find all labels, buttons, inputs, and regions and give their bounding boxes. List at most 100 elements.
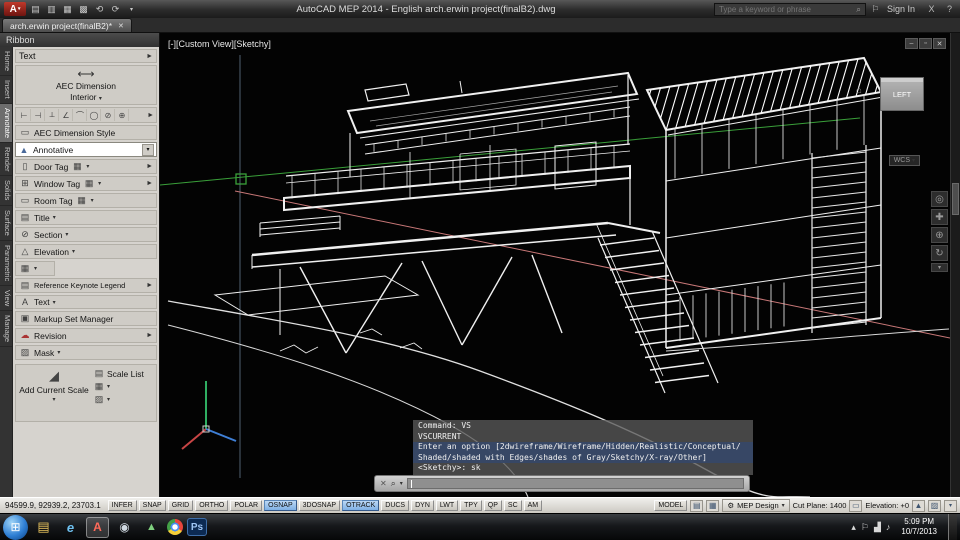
status-toggle-button[interactable]: POLAR	[230, 500, 263, 511]
status-toggle-button[interactable]: AM	[523, 500, 543, 511]
dimension-tool-button[interactable]: ⊣	[32, 109, 45, 121]
ribbon-tab[interactable]: Insert	[0, 76, 12, 104]
flyout-arrow-icon[interactable]: ►	[146, 282, 153, 289]
dimension-tool-button[interactable]: ⊘	[102, 109, 115, 121]
dimension-tool-button[interactable]: ⊕	[116, 109, 129, 121]
door-tag-button[interactable]: ▯ Door Tag ▦ ▾ ►	[15, 159, 157, 174]
ribbon-tab[interactable]: Manage	[0, 311, 12, 348]
start-button[interactable]: ⊞	[3, 514, 28, 540]
status-toggle-button[interactable]: TPY	[460, 500, 482, 511]
callout-tools-button[interactable]: ▦ ▾	[15, 261, 55, 276]
status-toggle-button[interactable]: SC	[503, 500, 522, 511]
chevron-down-icon[interactable]: ▾	[65, 231, 68, 238]
workspace-switcher[interactable]: ⚙ MEP Design ▾	[722, 499, 790, 512]
navbar-menu-icon[interactable]: ▾	[931, 263, 948, 272]
chevron-down-icon[interactable]: ▾	[91, 197, 94, 204]
app-menu-button[interactable]: A ▾	[4, 2, 26, 16]
annotation-visibility-icon[interactable]: ▲	[912, 499, 925, 512]
ribbon-tab[interactable]: Parametric	[0, 241, 12, 286]
redo-button[interactable]: ⟳	[109, 3, 122, 15]
chevron-down-icon[interactable]: ▾	[34, 265, 37, 272]
aec-dimension-style-button[interactable]: ▭ AEC Dimension Style	[15, 125, 157, 140]
elevation-button[interactable]: △ Elevation ▾	[15, 244, 157, 259]
combo-dropdown-button[interactable]: ▾	[142, 143, 154, 156]
cut-plane-display[interactable]: Cut Plane: 1400	[793, 501, 847, 510]
status-toggle-button[interactable]: LWT	[435, 500, 459, 511]
chevron-down-icon[interactable]: ▾	[72, 248, 75, 255]
status-toggle-button[interactable]: QP	[483, 500, 502, 511]
scale-list-button[interactable]: ▤ Scale List	[93, 368, 154, 379]
save-button[interactable]: ▦	[61, 3, 74, 15]
clean-screen-icon[interactable]: ▨	[928, 499, 941, 512]
flyout-arrow-icon[interactable]: ►	[146, 180, 153, 187]
exchange-apps-button[interactable]: X	[925, 3, 938, 15]
flyout-arrow-icon[interactable]: ►	[146, 332, 153, 339]
command-input-bar[interactable]: ✕ ⌕ ▾	[374, 475, 750, 492]
new-button[interactable]: ▤	[29, 3, 42, 15]
dimension-tool-button[interactable]: ∠	[60, 109, 73, 121]
aec-dimension-button[interactable]: ⟷ AEC Dimension Interior ▾	[15, 65, 157, 105]
section-button[interactable]: ⊘ Section ▾	[15, 227, 157, 242]
reference-keynote-button[interactable]: ▤ Reference Keynote Legend ►	[15, 278, 157, 293]
chevron-down-icon[interactable]: ▾	[53, 214, 56, 221]
dimension-tool-button[interactable]: ◯	[88, 109, 101, 121]
coordinates-display[interactable]: 94599.9, 92939.2, 23703.1	[3, 501, 106, 510]
network-icon[interactable]: ▟	[874, 522, 881, 533]
elevation-display[interactable]: Elevation: +0	[865, 501, 909, 510]
annotation-scale-combo[interactable]: ▲ Annotative ▾	[15, 142, 157, 157]
chrome-icon[interactable]	[167, 519, 183, 535]
undo-button[interactable]: ⟲	[93, 3, 106, 15]
chevron-down-icon[interactable]: ▾	[86, 163, 89, 170]
status-toggle-button[interactable]: GRID	[167, 500, 194, 511]
text-tool-button[interactable]: A Text ▾	[15, 295, 157, 309]
ribbon-tab[interactable]: Home	[0, 47, 12, 77]
flyout-arrow-icon[interactable]: ►	[147, 112, 154, 119]
home-icon[interactable]: ⌂	[856, 85, 862, 96]
autocad-icon[interactable]: A	[86, 516, 109, 538]
mask-button[interactable]: ▨ Mask ▾	[15, 345, 157, 360]
status-toggle-button[interactable]: OTRACK	[342, 500, 380, 511]
quick-access-dropdown[interactable]: ▾	[125, 3, 138, 15]
ribbon-tab[interactable]: Render	[0, 143, 12, 177]
volume-icon[interactable]: ♪	[886, 522, 891, 532]
document-tab[interactable]: arch.erwin project(finalB2)* ✕	[2, 18, 132, 32]
viewport-controls-label[interactable]: [-][Custom View][Sketchy]	[168, 39, 271, 49]
show-desktop-button[interactable]	[948, 513, 957, 540]
taskbar-clock[interactable]: 5:09 PM 10/7/2013	[895, 517, 943, 536]
dimension-tool-button[interactable]: ⌒	[74, 109, 87, 121]
status-toggle-button[interactable]: OSNAP	[264, 500, 297, 511]
ribbon-tab[interactable]: View	[0, 286, 12, 312]
chevron-down-icon[interactable]: ▾	[400, 480, 403, 487]
restore-icon[interactable]: ▫	[919, 38, 932, 49]
browser-icon[interactable]: e	[59, 517, 82, 538]
viewcube[interactable]: ⌂ LEFT	[856, 77, 932, 111]
quick-view-icon[interactable]: ▦	[706, 499, 720, 512]
steering-wheel-icon[interactable]: ◎	[931, 191, 948, 207]
title-button[interactable]: ▤ Title ▾	[15, 210, 157, 225]
model-space-button[interactable]: MODEL	[654, 500, 688, 511]
status-toggle-button[interactable]: DUCS	[381, 500, 410, 511]
photoshop-icon[interactable]: Ps	[187, 518, 207, 536]
ucs-icon[interactable]	[181, 381, 237, 450]
markup-set-manager-button[interactable]: ▣ Markup Set Manager	[15, 311, 157, 326]
show-hidden-icons[interactable]: ▴	[851, 522, 856, 533]
close-icon[interactable]: ✕	[380, 479, 387, 488]
sign-in-button[interactable]: Sign In ▾	[887, 4, 920, 14]
action-center-icon[interactable]: ⚐	[861, 522, 869, 533]
dimension-tool-button[interactable]: ⟂	[46, 109, 59, 121]
command-input-field[interactable]	[406, 478, 744, 489]
add-current-scale-button[interactable]: ◢ Add Current Scale ▾	[18, 368, 90, 418]
communication-center-icon[interactable]: ⚐	[869, 3, 882, 15]
sketchup-icon[interactable]: ▲	[140, 517, 163, 538]
orbit-icon[interactable]: ↻	[931, 245, 948, 261]
zoom-icon[interactable]: ⊕	[931, 227, 948, 243]
wcs-menu[interactable]: WCS ▾	[888, 155, 920, 166]
text-panel-header[interactable]: Text ►	[15, 49, 157, 63]
media-player-icon[interactable]: ◉	[113, 517, 136, 538]
status-toggle-button[interactable]: 3DOSNAP	[298, 500, 341, 511]
pan-icon[interactable]: ✚	[931, 209, 948, 225]
palette-caption[interactable]: Ribbon	[0, 33, 159, 47]
scale-delete-button[interactable]: ▨ ▾	[93, 394, 154, 405]
command-search-icon[interactable]: ⌕	[391, 478, 396, 489]
status-toggle-button[interactable]: SNAP	[138, 500, 166, 511]
